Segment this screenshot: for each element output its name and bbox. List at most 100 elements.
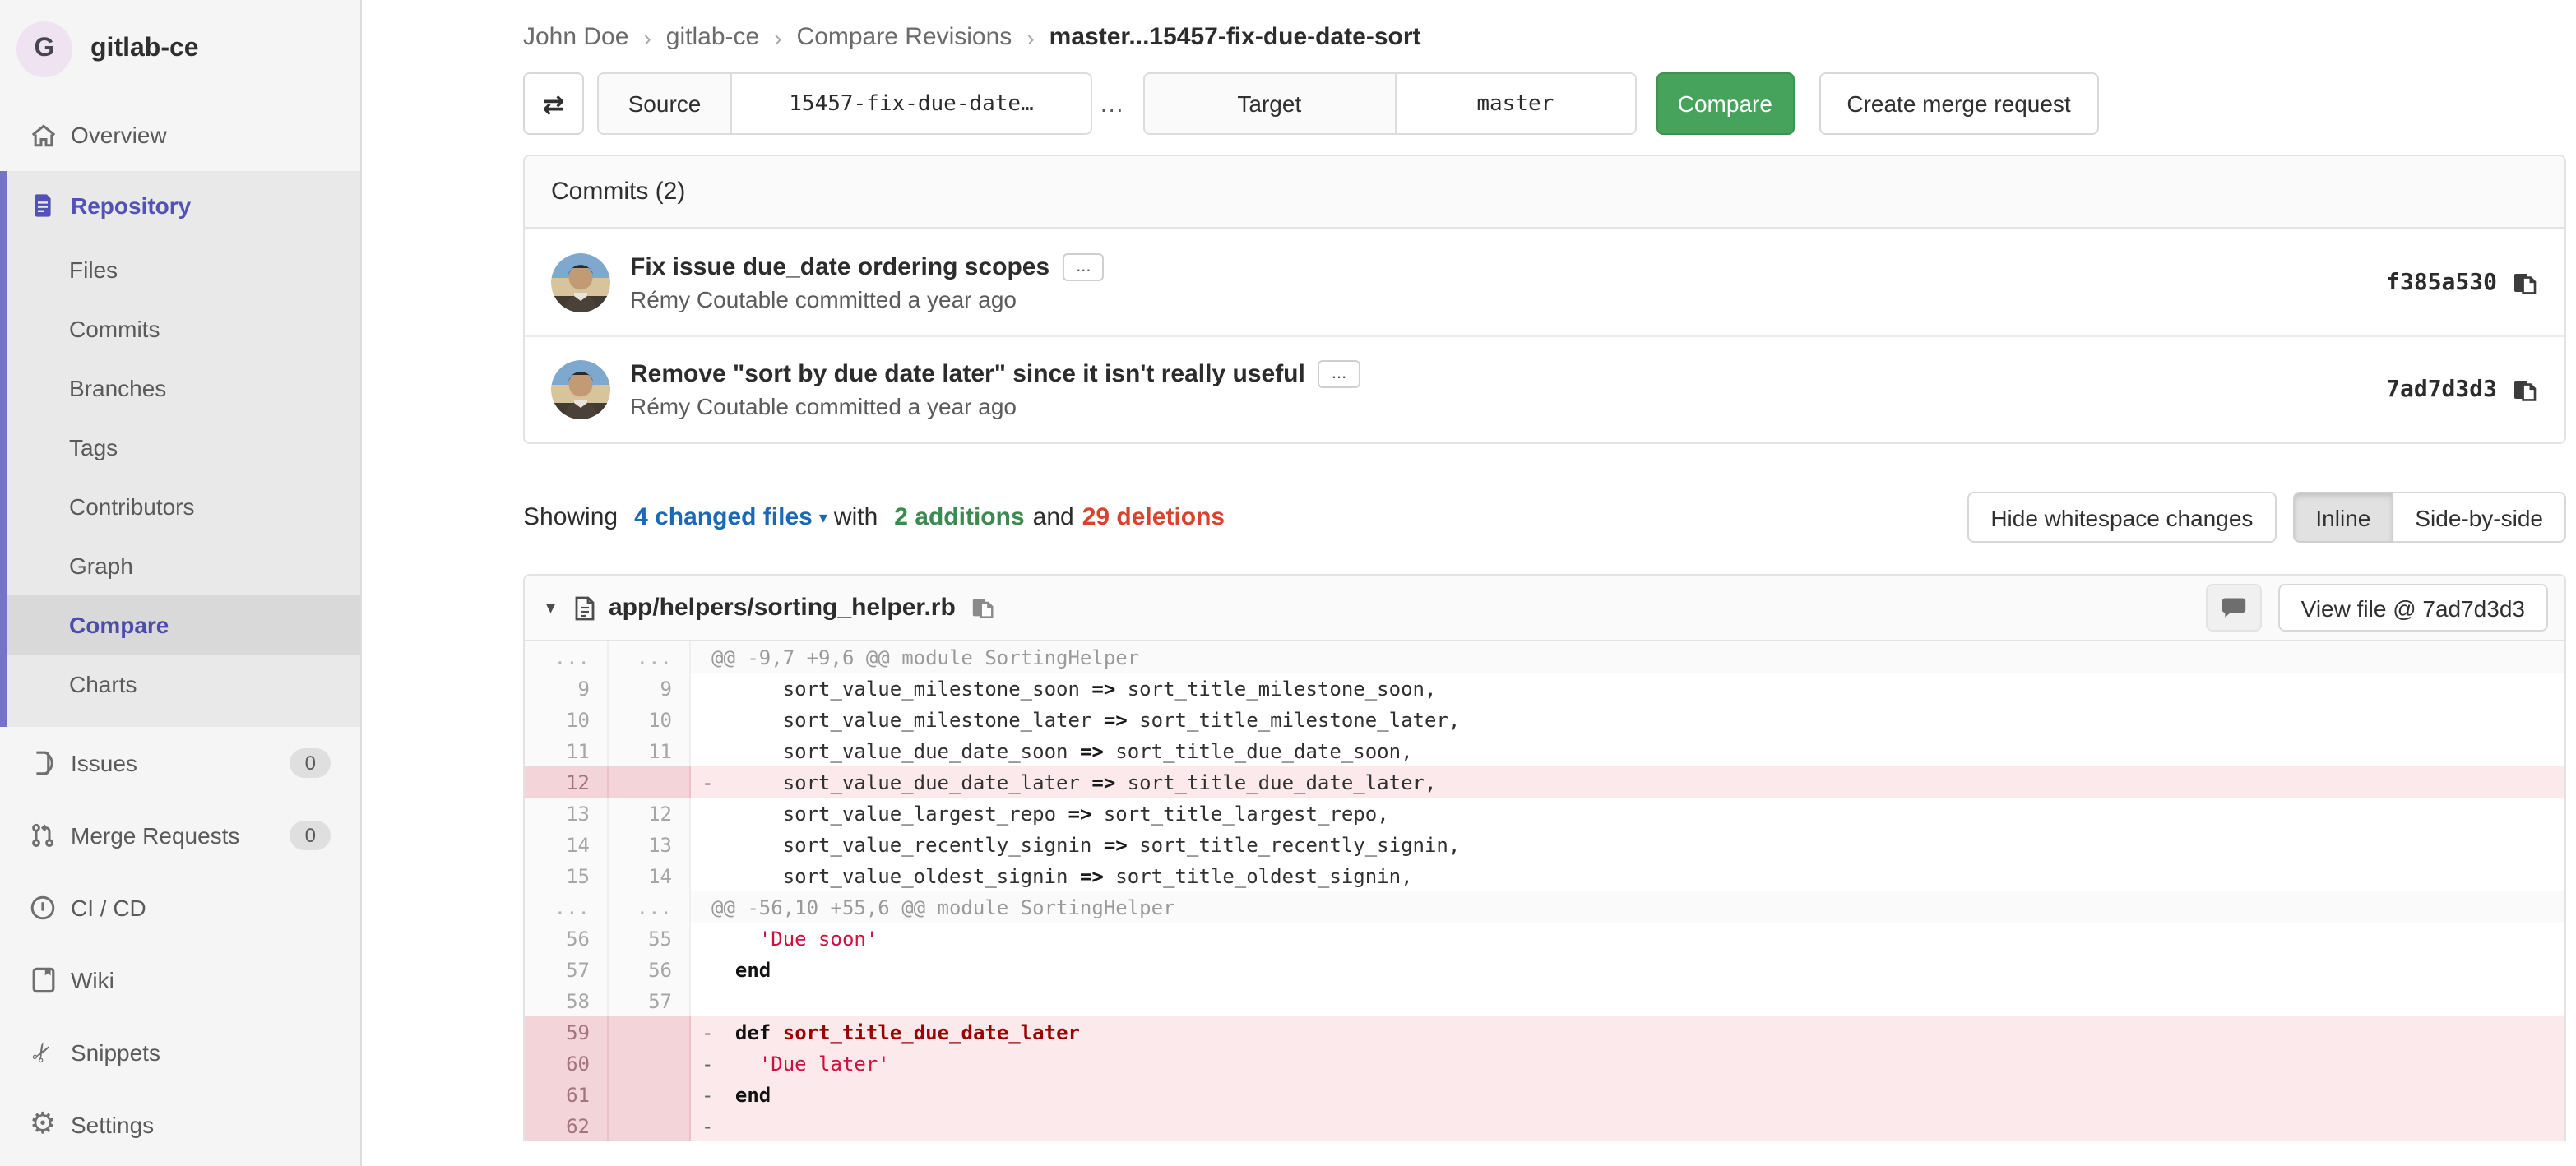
sidebar-item-compare[interactable]: Compare (7, 595, 360, 655)
new-line-number[interactable]: 57 (607, 985, 689, 1016)
sidebar-item-issues[interactable]: Issues 0 (0, 727, 360, 799)
sidebar-item-label: Issues (71, 750, 137, 776)
sidebar-item-merge-requests[interactable]: Merge Requests 0 (0, 799, 360, 872)
new-line-number[interactable]: 13 (607, 829, 689, 860)
gauge-icon (28, 895, 58, 921)
old-line-number[interactable]: 10 (525, 704, 607, 735)
sidebar-item-tags[interactable]: Tags (7, 418, 360, 477)
chevron-right-icon: › (1012, 24, 1049, 50)
compare-button[interactable]: Compare (1656, 72, 1794, 135)
old-line-number[interactable]: 11 (525, 735, 607, 766)
sidebar-item-settings[interactable]: ⚙ Settings (0, 1089, 360, 1161)
commit-row: Remove "sort by due date later" since it… (525, 335, 2564, 442)
caret-down-icon[interactable]: ▾ (819, 510, 827, 528)
new-line-number[interactable]: 14 (607, 860, 689, 891)
old-line-number[interactable]: 58 (525, 985, 607, 1016)
sidebar-item-commits[interactable]: Commits (7, 299, 360, 359)
commit-description-toggle[interactable]: ... (1318, 360, 1360, 388)
copy-icon[interactable] (2512, 269, 2538, 295)
new-line-number[interactable]: 9 (607, 673, 689, 704)
diff-line-row: 59 - def sort_title_due_date_later (525, 1016, 2564, 1048)
inline-view-button[interactable]: Inline (2292, 492, 2393, 543)
sidebar-item-label: Wiki (71, 967, 114, 993)
page: G gitlab-ce Overview Repository Files Co… (0, 0, 2576, 1166)
source-branch-dropdown[interactable]: 15457-fix-due-date… (730, 72, 1092, 135)
diff-file-panel: ▾ app/helpers/sorting_helper.rb (523, 574, 2566, 1141)
sidebar-item-overview[interactable]: Overview (0, 99, 360, 171)
new-line-number[interactable] (607, 1079, 689, 1110)
sidebar-item-wiki[interactable]: Wiki (0, 944, 360, 1016)
new-line-number[interactable]: ... (607, 891, 689, 923)
old-line-number[interactable]: ... (525, 641, 607, 673)
sidebar-item-contributors[interactable]: Contributors (7, 477, 360, 536)
sidebar-item-label: Merge Requests (71, 822, 239, 849)
new-line-number[interactable]: ... (607, 641, 689, 673)
breadcrumb-user-link[interactable]: John Doe (523, 23, 628, 51)
target-branch-dropdown[interactable]: master (1394, 72, 1636, 135)
copy-file-path-icon[interactable] (971, 595, 995, 620)
old-line-number[interactable]: 62 (525, 1110, 607, 1141)
create-merge-request-button[interactable]: Create merge request (1818, 72, 2098, 135)
side-by-side-view-button[interactable]: Side-by-side (2393, 492, 2566, 543)
old-line-number[interactable]: ... (525, 891, 607, 923)
commit-sha-link[interactable]: 7ad7d3d3 (2386, 377, 2497, 403)
swap-revisions-button[interactable]: ⇄ (523, 72, 584, 135)
diff-line-content (689, 985, 2564, 1016)
diff-line-sign: - (690, 770, 711, 794)
new-line-number[interactable] (607, 766, 689, 798)
diff-line-row: 12- sort_value_due_date_later => sort_ti… (525, 766, 2564, 798)
breadcrumb-compare-link[interactable]: Compare Revisions (797, 23, 1012, 51)
file-icon (572, 595, 597, 621)
new-line-number[interactable] (607, 1110, 689, 1141)
sidebar-item-files[interactable]: Files (7, 240, 360, 299)
diff-line-content: sort_value_oldest_signin => sort_title_o… (689, 860, 2564, 891)
hide-whitespace-button[interactable]: Hide whitespace changes (1967, 492, 2276, 543)
diff-file-name[interactable]: app/helpers/sorting_helper.rb (609, 594, 956, 622)
sidebar-item-branches[interactable]: Branches (7, 359, 360, 418)
diff-table-body: ......@@ -9,7 +9,6 @@ module SortingHelp… (525, 641, 2564, 1141)
old-line-number[interactable]: 56 (525, 923, 607, 954)
project-header[interactable]: G gitlab-ce (0, 0, 360, 77)
commit-title-link[interactable]: Fix issue due_date ordering scopes (630, 252, 1049, 280)
sidebar-item-repository[interactable]: Repository (7, 171, 360, 240)
old-line-number[interactable]: 61 (525, 1079, 607, 1110)
diff-line-sign: - (690, 1020, 711, 1043)
diff-line-row: 1111 sort_value_due_date_soon => sort_ti… (525, 735, 2564, 766)
sidebar-item-charts[interactable]: Charts (7, 655, 360, 714)
new-line-number[interactable]: 55 (607, 923, 689, 954)
new-line-number[interactable]: 10 (607, 704, 689, 735)
old-line-number[interactable]: 60 (525, 1048, 607, 1079)
sidebar-item-snippets[interactable]: ✂ Snippets (0, 1016, 360, 1089)
old-line-number[interactable]: 14 (525, 829, 607, 860)
old-line-number[interactable]: 59 (525, 1016, 607, 1048)
diff-line-row: 5655 'Due soon' (525, 923, 2564, 954)
old-line-number[interactable]: 12 (525, 766, 607, 798)
changed-files-dropdown[interactable]: 4 changed files (634, 503, 813, 531)
diff-line-row: ......@@ -9,7 +9,6 @@ module SortingHelp… (525, 641, 2564, 673)
commit-sha-link[interactable]: f385a530 (2386, 269, 2497, 295)
collapse-caret-icon[interactable]: ▾ (546, 597, 572, 618)
new-line-number[interactable] (607, 1016, 689, 1048)
new-line-number[interactable]: 56 (607, 954, 689, 985)
sidebar: G gitlab-ce Overview Repository Files Co… (0, 0, 362, 1166)
old-line-number[interactable]: 9 (525, 673, 607, 704)
diff-line-content: - def sort_title_due_date_later (689, 1016, 2564, 1048)
commit-description-toggle[interactable]: ... (1063, 252, 1104, 280)
old-line-number[interactable]: 15 (525, 860, 607, 891)
new-line-number[interactable] (607, 1048, 689, 1079)
diff-line-content: - 'Due later' (689, 1048, 2564, 1079)
sidebar-item-graph[interactable]: Graph (7, 536, 360, 595)
commit-title-link[interactable]: Remove "sort by due date later" since it… (630, 360, 1305, 388)
new-line-number[interactable]: 12 (607, 798, 689, 829)
old-line-number[interactable]: 57 (525, 954, 607, 985)
new-line-number[interactable]: 11 (607, 735, 689, 766)
copy-icon[interactable] (2512, 377, 2538, 403)
toggle-comments-button[interactable] (2206, 584, 2262, 632)
diff-line-sign: - (690, 1083, 711, 1106)
view-file-button[interactable]: View file @ 7ad7d3d3 (2278, 584, 2548, 632)
sidebar-item-ci-cd[interactable]: CI / CD (0, 872, 360, 944)
diff-line-row: 60 - 'Due later' (525, 1048, 2564, 1079)
breadcrumb: John Doe › gitlab-ce › Compare Revisions… (523, 0, 2566, 51)
old-line-number[interactable]: 13 (525, 798, 607, 829)
breadcrumb-project-link[interactable]: gitlab-ce (666, 23, 759, 51)
